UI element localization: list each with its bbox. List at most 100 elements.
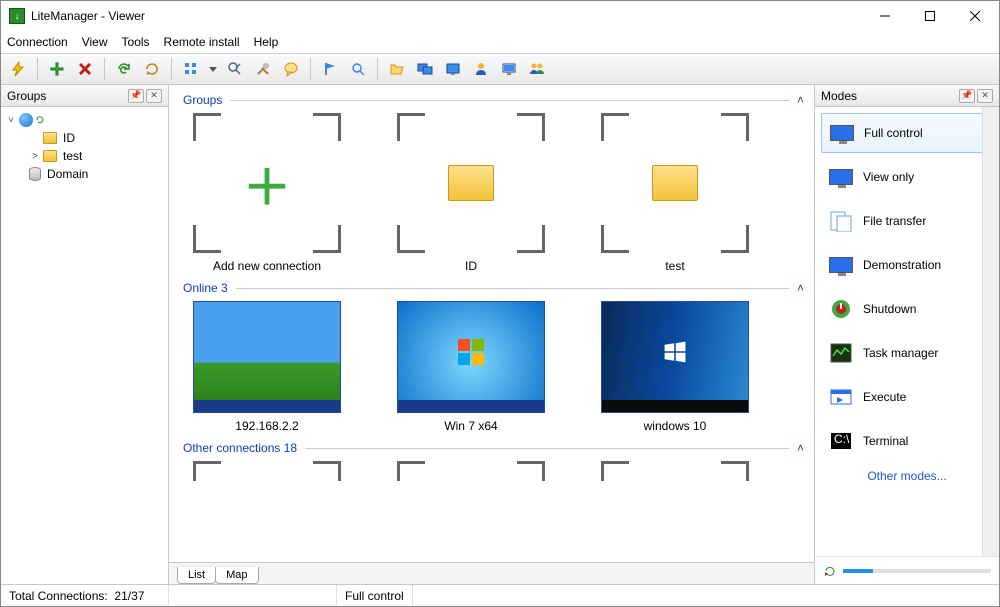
folder-icon [43,150,57,162]
modes-panel-title: Modes [821,89,857,103]
mode-label: Task manager [863,346,938,360]
mode-label: Demonstration [863,258,941,272]
mode-terminal[interactable]: C:\ Terminal [821,421,993,461]
screen-icon[interactable] [442,58,464,80]
toolbar [1,53,999,85]
mode-view-only[interactable]: View only [821,157,993,197]
tab-list[interactable]: List [177,567,216,584]
other-modes-link[interactable]: Other modes... [821,465,993,487]
section-other-header[interactable]: Other connections 18 ˄ [183,441,804,455]
section-online-header[interactable]: Online 3 ˄ [183,281,804,295]
tree-item-id[interactable]: ID [5,129,164,147]
mode-label: Terminal [863,434,908,448]
folder-open-icon[interactable] [386,58,408,80]
tree-item-test[interactable]: > test [5,147,164,165]
tree-label: test [63,149,82,163]
refresh-small-icon[interactable] [823,564,837,578]
collapse-icon[interactable]: ˄ [797,441,804,455]
zoom-slider[interactable] [843,569,991,573]
pin-button[interactable]: 📌 [128,89,144,103]
minimize-button[interactable] [862,2,907,30]
refresh-mini-icon [35,115,45,125]
chat-icon[interactable] [280,58,302,80]
folder-icon [448,165,494,201]
status-mode: Full control [337,585,413,606]
tree-root[interactable]: ˅ [5,111,164,129]
group-item-add[interactable]: ＋ Add new connection [187,113,347,273]
mode-full-control[interactable]: Full control [821,113,993,153]
item-label: Add new connection [213,259,321,273]
menu-help[interactable]: Help [254,35,279,49]
section-groups-header[interactable]: Groups ˄ [183,93,804,107]
mode-label: File transfer [863,214,926,228]
groups-panel-title: Groups [7,89,46,103]
menu-remote-install[interactable]: Remote install [164,35,240,49]
bolt-icon[interactable] [7,58,29,80]
thumbnail [601,301,749,413]
mode-execute[interactable]: Execute [821,377,993,417]
online-item-1[interactable]: 192.168.2.2 [187,301,347,433]
statusbar: Total Connections: 21/37 Full control [1,584,999,606]
online-item-3[interactable]: windows 10 [595,301,755,433]
menu-tools[interactable]: Tools [122,35,150,49]
section-title: Other connections 18 [183,441,297,455]
section-title: Online 3 [183,281,228,295]
modes-panel-header: Modes 📌 ✕ [815,85,999,107]
task-manager-icon [827,341,855,365]
tools-icon[interactable] [252,58,274,80]
menu-connection[interactable]: Connection [7,35,68,49]
flag-icon[interactable] [319,58,341,80]
tree-label: ID [63,131,75,145]
close-panel-button[interactable]: ✕ [977,89,993,103]
menu-view[interactable]: View [82,35,108,49]
search-icon[interactable] [224,58,246,80]
group-item-test[interactable]: test [595,113,755,273]
world-icon [19,113,33,127]
tree-item-domain[interactable]: Domain [5,165,164,183]
collapse-icon[interactable]: ˄ [797,93,804,107]
database-icon [29,167,41,181]
group-item-id[interactable]: ID [391,113,551,273]
status-total: Total Connections: 21/37 [1,585,169,606]
file-transfer-icon [827,209,855,233]
zoom-icon[interactable] [347,58,369,80]
view-only-icon [827,165,855,189]
mode-demonstration[interactable]: Demonstration [821,245,993,285]
collapse-icon[interactable]: ˄ [797,281,804,295]
mode-shutdown[interactable]: Shutdown [821,289,993,329]
mode-label: Full control [864,126,923,140]
pin-button[interactable]: 📌 [959,89,975,103]
screens-icon[interactable] [414,58,436,80]
add-icon[interactable] [46,58,68,80]
status-empty [169,585,337,606]
mode-task-manager[interactable]: Task manager [821,333,993,373]
folder-icon [43,132,57,144]
user-icon[interactable] [470,58,492,80]
center-panel: Groups ˄ ＋ Add new connection ID [169,85,815,584]
item-label: Win 7 x64 [444,419,497,433]
view-mode-icon[interactable] [180,58,202,80]
thumbnail [193,301,341,413]
delete-icon[interactable] [74,58,96,80]
groups-panel-header: Groups 📌 ✕ [1,85,168,107]
refresh-all-icon[interactable] [141,58,163,80]
tab-map[interactable]: Map [215,567,258,584]
close-button[interactable] [952,2,997,30]
folder-icon [652,165,698,201]
flag-badge-icon [730,301,746,302]
mode-label: View only [863,170,914,184]
dropdown-arrow-icon[interactable] [208,58,218,80]
online-item-2[interactable]: Win 7 x64 [391,301,551,433]
refresh-icon[interactable] [113,58,135,80]
mode-file-transfer[interactable]: File transfer [821,201,993,241]
maximize-button[interactable] [907,2,952,30]
monitor-icon[interactable] [498,58,520,80]
close-panel-button[interactable]: ✕ [146,89,162,103]
full-control-icon [828,121,856,145]
groups-tree[interactable]: ˅ ID > test Domain [1,107,168,187]
svg-text:C:\: C:\ [834,432,850,446]
item-label: ID [465,259,477,273]
item-label: 192.168.2.2 [235,419,298,433]
users-icon[interactable] [526,58,548,80]
zoom-slider-row [815,556,999,584]
